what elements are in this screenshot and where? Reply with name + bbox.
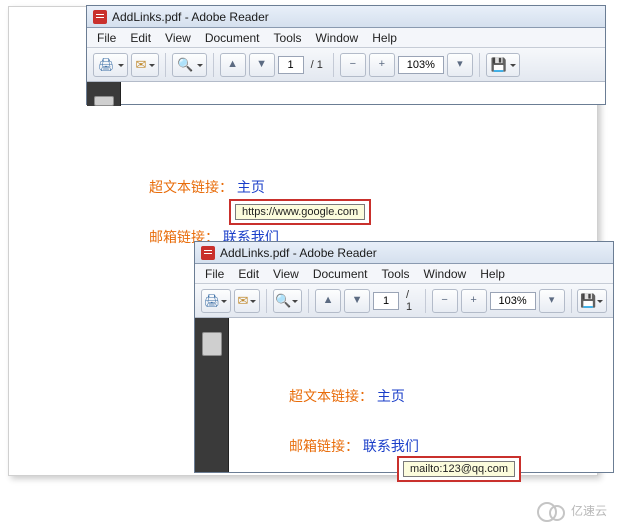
document-area: 超文本链接： 主页 邮箱链接： 联系我们 mailto:123@qq.com [229, 318, 613, 472]
page-down-button[interactable]: ▼ [249, 53, 275, 77]
printer-icon: 🖨 [204, 294, 221, 307]
tooltip-highlight-2: mailto:123@qq.com [397, 456, 521, 482]
binoculars-icon: 🔍 [275, 294, 291, 307]
menu-view[interactable]: View [159, 29, 197, 47]
sidebar-panel [195, 318, 229, 472]
arrow-up-icon: ▲ [323, 295, 334, 306]
hyperlink-label: 超文本链接： [289, 388, 373, 404]
toolbar: 🖨 ✉ 🔍 ▲ ▼ / 1 − + ▾ 💾 [195, 284, 613, 318]
chevron-down-icon: ▾ [457, 59, 463, 70]
separator [266, 289, 267, 313]
find-button[interactable]: 🔍 [172, 53, 206, 77]
minus-icon: − [441, 295, 447, 306]
hyperlink-homepage[interactable]: 主页 [377, 388, 405, 404]
menu-document[interactable]: Document [199, 29, 266, 47]
sidebar-panel [87, 82, 121, 106]
menu-edit[interactable]: Edit [232, 265, 265, 283]
zoom-dropdown[interactable]: ▾ [447, 53, 473, 77]
watermark-text: 亿速云 [571, 502, 607, 519]
save-button[interactable]: 💾 [577, 289, 607, 313]
window-title: AddLinks.pdf - Adobe Reader [112, 10, 269, 24]
screenshot-frame: AddLinks.pdf - Adobe Reader File Edit Vi… [8, 6, 598, 476]
title-bar: AddLinks.pdf - Adobe Reader [87, 6, 605, 28]
save-button[interactable]: 💾 [486, 53, 520, 77]
adobe-reader-window-1: AddLinks.pdf - Adobe Reader File Edit Vi… [86, 5, 606, 105]
window-title: AddLinks.pdf - Adobe Reader [220, 246, 377, 260]
separator [165, 53, 166, 77]
toolbar: 🖨 ✉ 🔍 ▲ ▼ / 1 − + ▾ 💾 [87, 48, 605, 82]
maillink-contact[interactable]: 联系我们 [363, 438, 419, 454]
zoom-out-button[interactable]: − [432, 289, 458, 313]
envelope-icon: ✉ [136, 58, 147, 71]
zoom-in-button[interactable]: + [369, 53, 395, 77]
separator [479, 53, 480, 77]
zoom-out-button[interactable]: − [340, 53, 366, 77]
page-number-input[interactable] [373, 292, 399, 310]
menu-bar: File Edit View Document Tools Window Hel… [87, 28, 605, 48]
thumbnails-icon[interactable] [94, 96, 114, 106]
chevron-down-icon: ▾ [549, 295, 555, 306]
pdf-icon [93, 10, 107, 24]
maillink-label: 邮箱链接： [289, 438, 359, 454]
page-up-button[interactable]: ▲ [220, 53, 246, 77]
page-up-button[interactable]: ▲ [315, 289, 341, 313]
arrow-down-icon: ▼ [256, 59, 267, 70]
binoculars-icon: 🔍 [177, 58, 193, 71]
menu-document[interactable]: Document [307, 265, 374, 283]
page-total-label: / 1 [402, 289, 419, 313]
zoom-in-button[interactable]: + [461, 289, 487, 313]
menu-tools[interactable]: Tools [376, 265, 416, 283]
thumbnails-icon[interactable] [202, 332, 222, 356]
page-down-button[interactable]: ▼ [344, 289, 370, 313]
page-total-label: / 1 [307, 59, 327, 71]
menu-help[interactable]: Help [366, 29, 403, 47]
separator [308, 289, 309, 313]
hyperlink-row-1: 超文本链接： 主页 [149, 177, 265, 197]
hyperlink-label: 超文本链接： [149, 179, 233, 195]
separator [213, 53, 214, 77]
printer-icon: 🖨 [98, 58, 115, 71]
tooltip-mailto: mailto:123@qq.com [403, 461, 515, 477]
watermark: 亿速云 [537, 500, 607, 520]
separator [425, 289, 426, 313]
zoom-input[interactable] [398, 56, 444, 74]
title-bar: AddLinks.pdf - Adobe Reader [195, 242, 613, 264]
menu-file[interactable]: File [199, 265, 230, 283]
menu-bar: File Edit View Document Tools Window Hel… [195, 264, 613, 284]
minus-icon: − [350, 59, 356, 70]
hyperlink-row-2: 超文本链接： 主页 [289, 386, 405, 406]
envelope-icon: ✉ [237, 294, 248, 307]
separator [571, 289, 572, 313]
plus-icon: + [379, 59, 385, 70]
email-button[interactable]: ✉ [131, 53, 160, 77]
tooltip-highlight-1: https://www.google.com [229, 199, 371, 225]
print-button[interactable]: 🖨 [93, 53, 128, 77]
arrow-up-icon: ▲ [227, 59, 238, 70]
arrow-down-icon: ▼ [352, 295, 363, 306]
adobe-reader-window-2: AddLinks.pdf - Adobe Reader File Edit Vi… [194, 241, 614, 473]
email-button[interactable]: ✉ [234, 289, 260, 313]
menu-file[interactable]: File [91, 29, 122, 47]
zoom-dropdown[interactable]: ▾ [539, 289, 565, 313]
menu-window[interactable]: Window [418, 265, 473, 283]
save-icon: 💾 [580, 294, 596, 307]
cloud-icon [537, 500, 567, 520]
zoom-input[interactable] [490, 292, 536, 310]
pdf-icon [201, 246, 215, 260]
plus-icon: + [470, 295, 476, 306]
print-button[interactable]: 🖨 [201, 289, 231, 313]
menu-window[interactable]: Window [310, 29, 365, 47]
menu-tools[interactable]: Tools [268, 29, 308, 47]
find-button[interactable]: 🔍 [273, 289, 303, 313]
page-number-input[interactable] [278, 56, 304, 74]
menu-help[interactable]: Help [474, 265, 511, 283]
maillink-row-2: 邮箱链接： 联系我们 [289, 436, 419, 456]
save-icon: 💾 [491, 58, 507, 71]
separator [333, 53, 334, 77]
menu-view[interactable]: View [267, 265, 305, 283]
hyperlink-homepage[interactable]: 主页 [237, 179, 265, 195]
tooltip-url: https://www.google.com [235, 204, 365, 220]
menu-edit[interactable]: Edit [124, 29, 157, 47]
